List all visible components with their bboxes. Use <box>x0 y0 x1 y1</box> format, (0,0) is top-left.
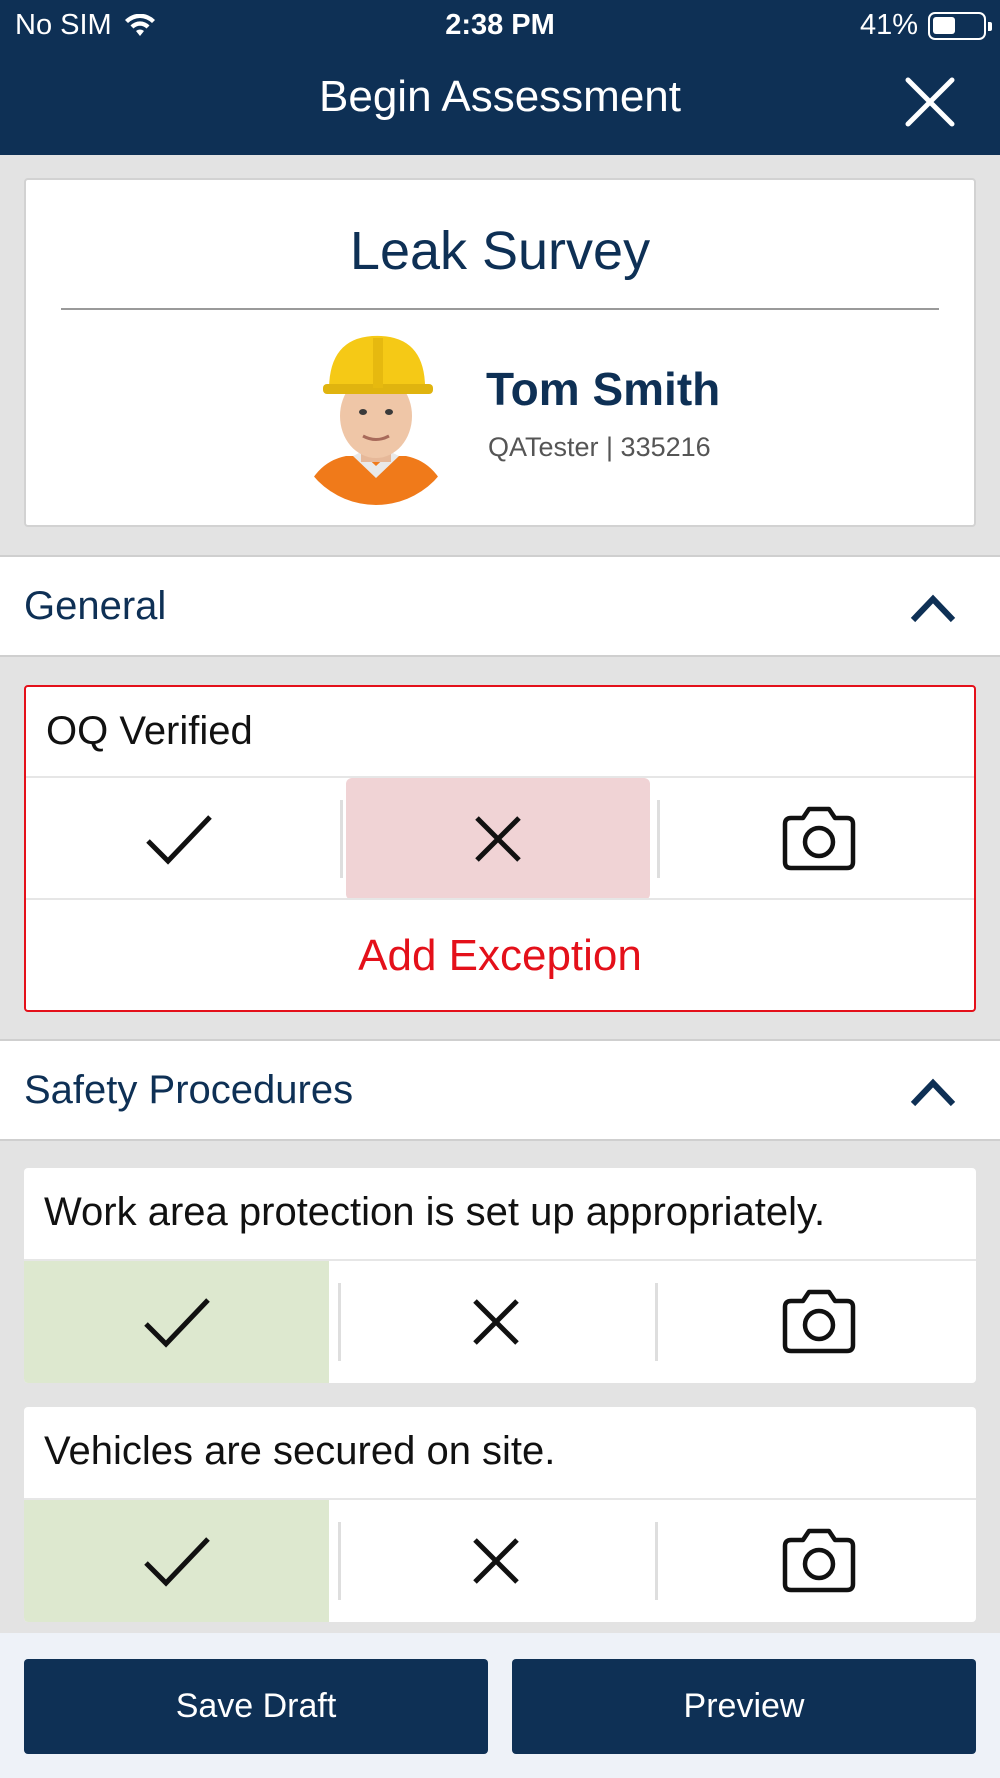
fail-button[interactable] <box>344 1500 648 1622</box>
camera-icon <box>782 1289 855 1354</box>
camera-icon <box>782 806 855 871</box>
section-safety-procedures-header[interactable]: Safety Procedures <box>0 1039 1000 1141</box>
divider <box>338 1283 341 1361</box>
x-icon <box>475 816 521 862</box>
pass-button[interactable] <box>24 1500 329 1622</box>
bottom-action-bar: Save Draft Preview <box>0 1633 1000 1778</box>
section-general-header[interactable]: General <box>0 555 1000 657</box>
checkmark-icon <box>143 1537 210 1587</box>
photo-button[interactable] <box>661 1500 976 1622</box>
photo-button[interactable] <box>663 778 974 900</box>
add-exception-button[interactable]: Add Exception <box>26 898 974 1010</box>
question-text: Work area protection is set up appropria… <box>44 1190 826 1234</box>
question-text: Vehicles are secured on site. <box>44 1429 556 1473</box>
divider <box>655 1283 658 1361</box>
checkmark-icon <box>143 1298 210 1348</box>
employee-name: Tom Smith <box>486 363 721 415</box>
section-title: General <box>24 584 167 628</box>
checkmark-icon <box>145 815 212 865</box>
x-icon <box>473 1538 519 1584</box>
question-card-vehicles-secured: Vehicles are secured on site. <box>24 1407 976 1622</box>
answer-row <box>24 1498 976 1622</box>
divider <box>338 1522 341 1600</box>
battery-icon <box>928 11 992 40</box>
close-icon[interactable] <box>904 76 956 128</box>
question-card-oq-verified: OQ Verified Add Exception <box>24 685 976 1012</box>
answer-row <box>26 776 974 900</box>
assessment-profile-card: Leak Survey Tom Smith QATester | 335216 <box>24 178 976 527</box>
employee-role-id: QATester | 335216 <box>488 432 711 462</box>
battery-percent: 41% <box>859 9 918 41</box>
photo-button[interactable] <box>661 1261 976 1383</box>
save-draft-button[interactable]: Save Draft <box>24 1659 488 1754</box>
page-title: Begin Assessment <box>319 72 681 121</box>
survey-title: Leak Survey <box>349 221 651 281</box>
section-title: Safety Procedures <box>24 1068 354 1112</box>
divider <box>340 800 343 878</box>
fail-button[interactable] <box>344 1261 648 1383</box>
fail-button[interactable] <box>346 778 650 900</box>
pass-button[interactable] <box>26 778 331 900</box>
divider <box>657 800 660 878</box>
pass-button[interactable] <box>24 1261 329 1383</box>
status-time: 2:38 PM <box>445 9 555 41</box>
x-icon <box>473 1299 519 1345</box>
divider <box>61 308 939 310</box>
camera-icon <box>782 1528 855 1593</box>
answer-row <box>24 1259 976 1383</box>
question-card-work-area-protection: Work area protection is set up appropria… <box>24 1168 976 1383</box>
status-bar: No SIM 2:38 PM 41% <box>0 0 1000 52</box>
top-bar: No SIM 2:38 PM 41% Begin Assessment <box>0 0 1000 155</box>
chevron-up-icon <box>910 1078 956 1107</box>
avatar <box>294 335 458 505</box>
question-text: OQ Verified <box>46 709 253 753</box>
divider <box>655 1522 658 1600</box>
preview-button[interactable]: Preview <box>512 1659 976 1754</box>
chevron-up-icon <box>910 594 956 623</box>
battery-group: 41% <box>859 9 992 42</box>
